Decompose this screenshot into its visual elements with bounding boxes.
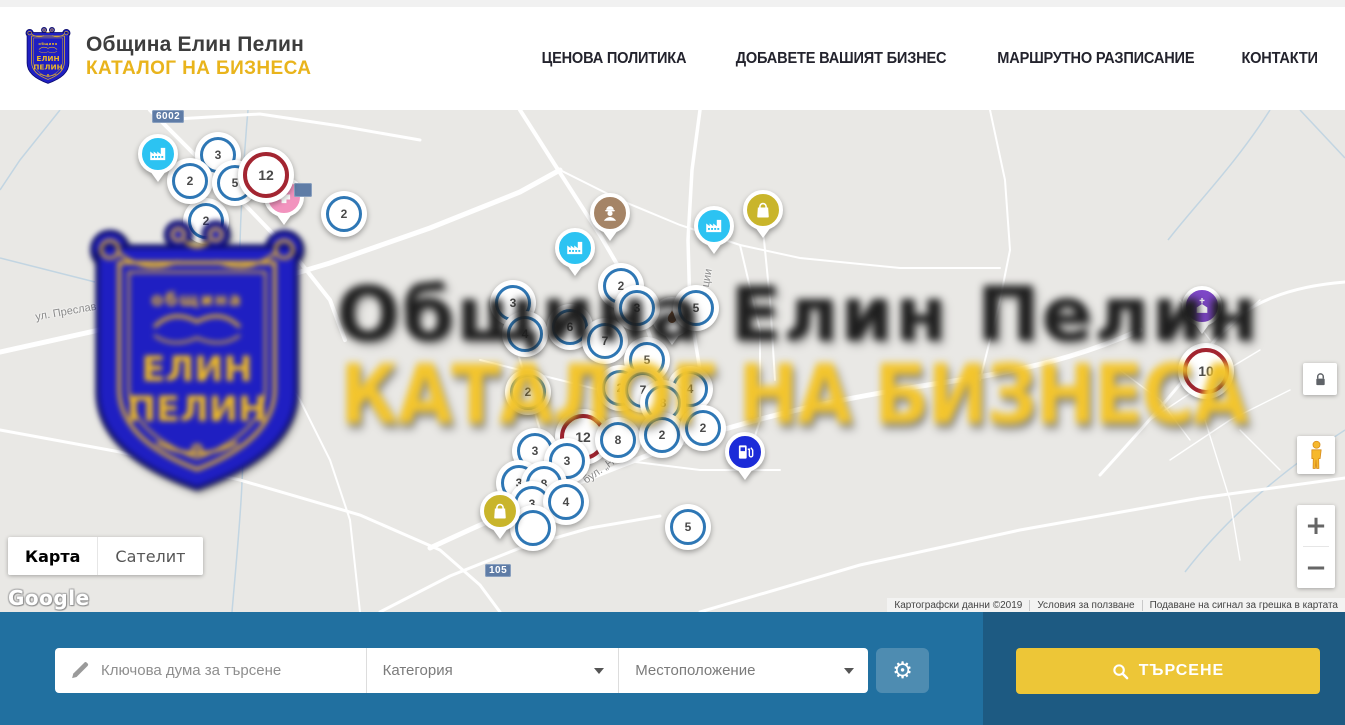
factory-icon [138,134,178,174]
search-button-label: ТЪРСЕНЕ [1139,662,1224,680]
fuel-pump-icon [725,432,765,472]
pencil-icon [70,661,89,680]
cluster-marker[interactable]: 2 [680,405,726,451]
cluster-marker[interactable]: 4 [502,311,548,357]
street-view-pegman-button[interactable] [1297,436,1335,474]
page: община ЕЛИН ПЕЛИН Община Елин Пелин КАТА… [0,0,1345,725]
map-type-satellite-button[interactable]: Сателит [97,537,202,575]
cluster-count: 8 [600,422,636,458]
lock-button[interactable] [1303,363,1337,395]
cluster-marker[interactable]: 8 [595,417,641,463]
zoom-control: + − [1297,505,1335,588]
cluster-count: 2 [326,196,362,232]
cluster-count: 3 [619,290,655,326]
main-nav: ЦЕНОВА ПОЛИТИКА ДОБАВЕТЕ ВАШИЯТ БИЗНЕС М… [537,7,1320,110]
cluster-count: 2 [188,203,224,239]
factory-icon [555,228,595,268]
advanced-settings-button[interactable]: ⚙ [876,648,929,693]
zoom-in-button[interactable]: + [1297,505,1335,546]
cluster-count [515,510,551,546]
worker-pin[interactable] [590,193,630,245]
terms-link[interactable]: Условия за ползване [1029,600,1141,611]
map-copyright: Картографски данни ©2019 [887,600,1029,611]
cluster-count: 7 [587,323,623,359]
keyword-field-wrap [55,648,366,693]
google-map[interactable]: 2325122235364752274812822333834510600210… [0,110,1345,612]
site-subtitle: КАТАЛОГ НА БИЗНЕСА [86,58,311,80]
caret-down-icon [594,668,604,674]
cluster-count: 5 [670,509,706,545]
lock-icon [1314,372,1327,387]
cluster-count: 10 [1183,348,1229,394]
factory-icon [694,206,734,246]
cluster-marker[interactable]: 2 [321,191,367,237]
municipality-crest-icon [24,25,72,87]
cluster-marker[interactable]: 2 [183,198,229,244]
church-icon [1182,286,1222,326]
factory-pin[interactable] [138,134,178,186]
shopping-bag-pin[interactable] [743,190,783,242]
caret-down-icon [844,668,854,674]
factory-pin[interactable] [555,228,595,280]
zoom-out-button[interactable]: − [1297,547,1335,588]
search-box: Категория Местоположение [55,648,868,693]
gear-icon: ⚙ [892,657,913,684]
cluster-marker[interactable]: 2 [505,369,551,415]
worker-icon [590,193,630,233]
search-button[interactable]: ТЪРСЕНЕ [1016,648,1320,694]
cluster-marker[interactable]: 5 [673,285,719,331]
cluster-count: 12 [243,152,289,198]
pegman-icon [1306,440,1327,471]
header: Община Елин Пелин КАТАЛОГ НА БИЗНЕСА ЦЕН… [0,7,1345,111]
cluster-count: 2 [685,410,721,446]
shopping-bag-icon [743,190,783,230]
cluster-marker[interactable]: 2 [639,412,685,458]
cluster-marker[interactable]: 7 [582,318,628,364]
nav-contacts[interactable]: КОНТАКТИ [1241,50,1317,68]
report-error-link[interactable]: Подаване на сигнал за грешка в картата [1142,600,1345,611]
cluster-count: 2 [644,417,680,453]
shopping-bag-icon [480,491,520,531]
site-title: Община Елин Пелин [86,32,311,57]
cluster-count: 2 [510,374,546,410]
nav-route-schedule[interactable]: МАРШРУТНО РАЗПИСАНИЕ [997,50,1194,68]
magnifier-icon [1112,663,1129,680]
fuel-pump-pin[interactable] [725,432,765,484]
map-attribution: Картографски данни ©2019 Условия за полз… [887,598,1345,612]
cluster-marker[interactable]: 10 [1178,343,1234,399]
cluster-marker[interactable]: 12 [238,147,294,203]
factory-pin[interactable] [694,206,734,258]
road-badge: 6002 [152,110,184,123]
search-bar: Категория Местоположение ⚙ ТЪРСЕНЕ [0,612,1345,725]
map-type-control: Карта Сателит [8,537,203,575]
location-select-value: Местоположение [635,662,755,679]
brand-logo[interactable]: Община Елин Пелин КАТАЛОГ НА БИЗНЕСА [24,25,311,87]
keyword-search-input[interactable] [99,661,366,680]
road-badge [294,183,312,197]
map-type-map-button[interactable]: Карта [8,537,97,575]
category-select-value: Категория [383,662,453,679]
road-badge: 105 [485,564,511,577]
cluster-count: 4 [507,316,543,352]
cluster-marker[interactable]: 5 [665,504,711,550]
nav-pricing-policy[interactable]: ЦЕНОВА ПОЛИТИКА [542,50,687,68]
google-logo[interactable]: Google [8,586,90,610]
cluster-count: 4 [548,484,584,520]
nav-add-your-business[interactable]: ДОБАВЕТЕ ВАШИЯТ БИЗНЕС [736,50,947,68]
category-select[interactable]: Категория [366,648,619,693]
location-select[interactable]: Местоположение [618,648,868,693]
cluster-count: 5 [678,290,714,326]
church-pin[interactable] [1182,286,1222,338]
shopping-bag-pin[interactable] [480,491,520,543]
